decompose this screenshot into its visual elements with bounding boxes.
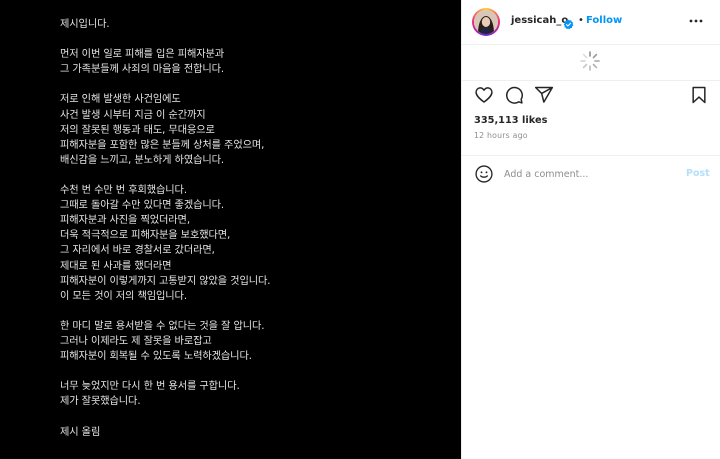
avatar-image — [474, 10, 498, 34]
comments-list — [462, 45, 720, 77]
post-comment-button[interactable]: Post — [686, 168, 710, 179]
comment-bar: Post — [462, 155, 720, 192]
statement-paragraph: 저로 인해 발생한 사건임에도사건 발생 시부터 지금 이 순간까지저의 잘못된… — [60, 92, 450, 167]
loading-spinner-icon — [579, 50, 601, 72]
statement-line: 너무 늦었지만 다시 한 번 용서를 구합니다. — [60, 381, 240, 393]
statement-line: 그러나 이제라도 제 잘못을 바로잡고 — [60, 335, 212, 347]
statement-paragraph: 수천 번 수만 번 후회했습니다. 그때로 돌아갈 수만 있다면 좋겠습니다. 피해… — [60, 183, 450, 304]
statement-line: 그때로 돌아갈 수만 있다면 좋겠습니다. — [60, 200, 225, 212]
statement-line: 저로 인해 발생한 사건임에도 — [60, 94, 181, 106]
username-link[interactable]: jessicah_o — [511, 15, 568, 26]
statement-line: 피해자분을 포함한 많은 분들께 상처를 주었으며, — [60, 139, 265, 151]
post-side-panel: jessicah_o • Follow 335,113 likes 12 hou… — [461, 0, 720, 459]
comment-input[interactable] — [504, 165, 674, 183]
statement-line: 수천 번 수만 번 후회했습니다. — [60, 185, 187, 197]
statement-line: 피해자분이 이렇게까지 고통받지 않았을 것입니다. — [60, 275, 271, 287]
statement-paragraph: 제시 올림 — [60, 425, 450, 440]
statement-line: 피해자분이 회복될 수 있도록 노력하겠습니다. — [60, 351, 252, 363]
statement-line: 제가 잘못했습니다. — [60, 396, 141, 408]
verified-badge-icon — [563, 15, 574, 30]
statement-line: 한 마디 말로 용서받을 수 없다는 것을 잘 압니다. — [60, 320, 265, 332]
heart-icon[interactable] — [474, 85, 494, 105]
likes-count[interactable]: 335,113 likes — [474, 115, 547, 126]
statement-line: 이 모든 것이 저의 책임입니다. — [60, 290, 187, 302]
emoji-icon[interactable] — [474, 164, 494, 184]
statement-line: 제시 올림 — [60, 426, 101, 438]
post-header: jessicah_o • Follow — [462, 0, 720, 45]
statement-line: 먼저 이번 일로 피해를 입은 피해자분과 — [60, 49, 225, 61]
post-timestamp[interactable]: 12 hours ago — [474, 131, 528, 140]
statement-line: 배신감을 느끼고, 분노하게 하였습니다. — [60, 154, 225, 166]
bookmark-icon[interactable] — [689, 85, 709, 105]
statement-paragraph: 너무 늦었지만 다시 한 번 용서를 구합니다. 제가 잘못했습니다. — [60, 379, 450, 409]
statement-paragraph: 먼저 이번 일로 피해를 입은 피해자분과그 가족분들께 사죄의 마음을 전합니… — [60, 47, 450, 77]
statement-line: 그 자리에서 바로 경찰서로 갔더라면, — [60, 245, 215, 257]
statement-paragraph: 제시입니다. — [60, 17, 450, 32]
statement-line: 저의 잘못된 행동과 태도, 무대응으로 — [60, 124, 215, 136]
statement-line: 제대로 된 사과를 했더라면 — [60, 260, 172, 272]
post-media: 제시입니다. 먼저 이번 일로 피해를 입은 피해자분과그 가족분들께 사죄의 마… — [0, 0, 461, 459]
share-icon[interactable] — [534, 85, 554, 105]
statement-line: 제시입니다. — [60, 19, 110, 30]
statement-line: 더욱 적극적으로 피해자분을 보호했다면, — [60, 230, 231, 242]
comment-icon[interactable] — [504, 85, 524, 105]
post-actions-bar — [462, 80, 720, 109]
statement-line: 피해자분과 사진을 찍었더라면, — [60, 215, 190, 227]
avatar[interactable] — [472, 8, 500, 36]
statement-line: 그 가족분들께 사죄의 마음을 전합니다. — [60, 64, 225, 76]
more-options-icon[interactable] — [688, 13, 704, 29]
apology-statement: 제시입니다. 먼저 이번 일로 피해를 입은 피해자분과그 가족분들께 사죄의 마… — [60, 17, 450, 455]
statement-line: 사건 발생 시부터 지금 이 순간까지 — [60, 109, 206, 121]
follow-button[interactable]: Follow — [586, 15, 622, 26]
separator-dot: • — [578, 15, 584, 26]
statement-paragraph: 한 마디 말로 용서받을 수 없다는 것을 잘 압니다. 그러나 이제라도 제 잘… — [60, 319, 450, 364]
